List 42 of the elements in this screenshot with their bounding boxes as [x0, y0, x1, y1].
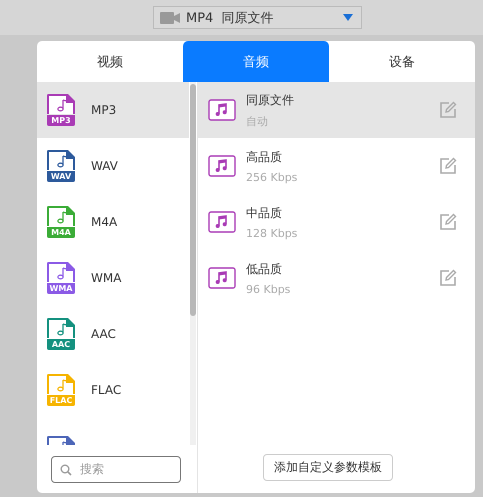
preset-item[interactable]: 低品质 96 Kbps	[198, 250, 475, 306]
preset-item[interactable]: 中品质 128 Kbps	[198, 194, 475, 250]
format-badge: AAC	[47, 339, 75, 350]
format-badge: WAV	[47, 171, 75, 182]
preset-title: 中品质	[246, 204, 283, 222]
format-item[interactable]: MP3 MP3	[37, 82, 189, 138]
preset-title: 同原文件	[246, 92, 295, 108]
edit-icon[interactable]	[439, 269, 457, 287]
format-dropdown[interactable]: MP4 同原文件	[153, 6, 362, 29]
edit-icon[interactable]	[439, 157, 457, 175]
music-note-icon	[208, 155, 236, 177]
tab[interactable]: 音频	[183, 41, 329, 82]
music-note-icon	[208, 267, 236, 289]
edit-icon[interactable]	[439, 213, 457, 231]
tab[interactable]: 视频	[37, 41, 183, 82]
preset-detail: 128 Kbps	[246, 226, 298, 240]
preset-item[interactable]: 同原文件 自动	[198, 82, 475, 138]
search-field[interactable]: 搜索	[51, 456, 181, 482]
tab[interactable]: 设备	[329, 41, 475, 82]
preset-item[interactable]: 高品质 256 Kbps	[198, 138, 475, 194]
edit-icon[interactable]	[439, 101, 457, 119]
format-item[interactable]: WAV WAV	[37, 138, 189, 194]
format-item[interactable]: FLAC FLAC	[37, 362, 189, 418]
format-item[interactable]: WMA WMA	[37, 250, 189, 306]
format-item[interactable]: AAC AAC	[37, 306, 189, 362]
preset-detail: 256 Kbps	[246, 170, 298, 184]
preset-title: 低品质	[246, 260, 283, 278]
add-template-button[interactable]: 添加自定义参数模板	[263, 454, 393, 480]
scrollbar-thumb[interactable]	[190, 84, 196, 316]
video-camera-icon	[160, 12, 180, 24]
format-badge: M4A	[47, 227, 75, 238]
music-note-icon	[208, 99, 236, 121]
format-badge: FLAC	[47, 395, 75, 406]
format-item[interactable]: M4A M4A	[37, 194, 189, 250]
preset-title: 高品质	[246, 148, 283, 166]
caret-icon	[343, 14, 353, 21]
preset-detail: 自动	[246, 114, 269, 128]
preset-detail: 96 Kbps	[246, 282, 292, 296]
format-badge: WMA	[47, 283, 75, 294]
music-note-icon	[208, 211, 236, 233]
dropdown-value: MP4 同原文件	[186, 10, 275, 26]
format-badge: MP3	[47, 115, 75, 126]
